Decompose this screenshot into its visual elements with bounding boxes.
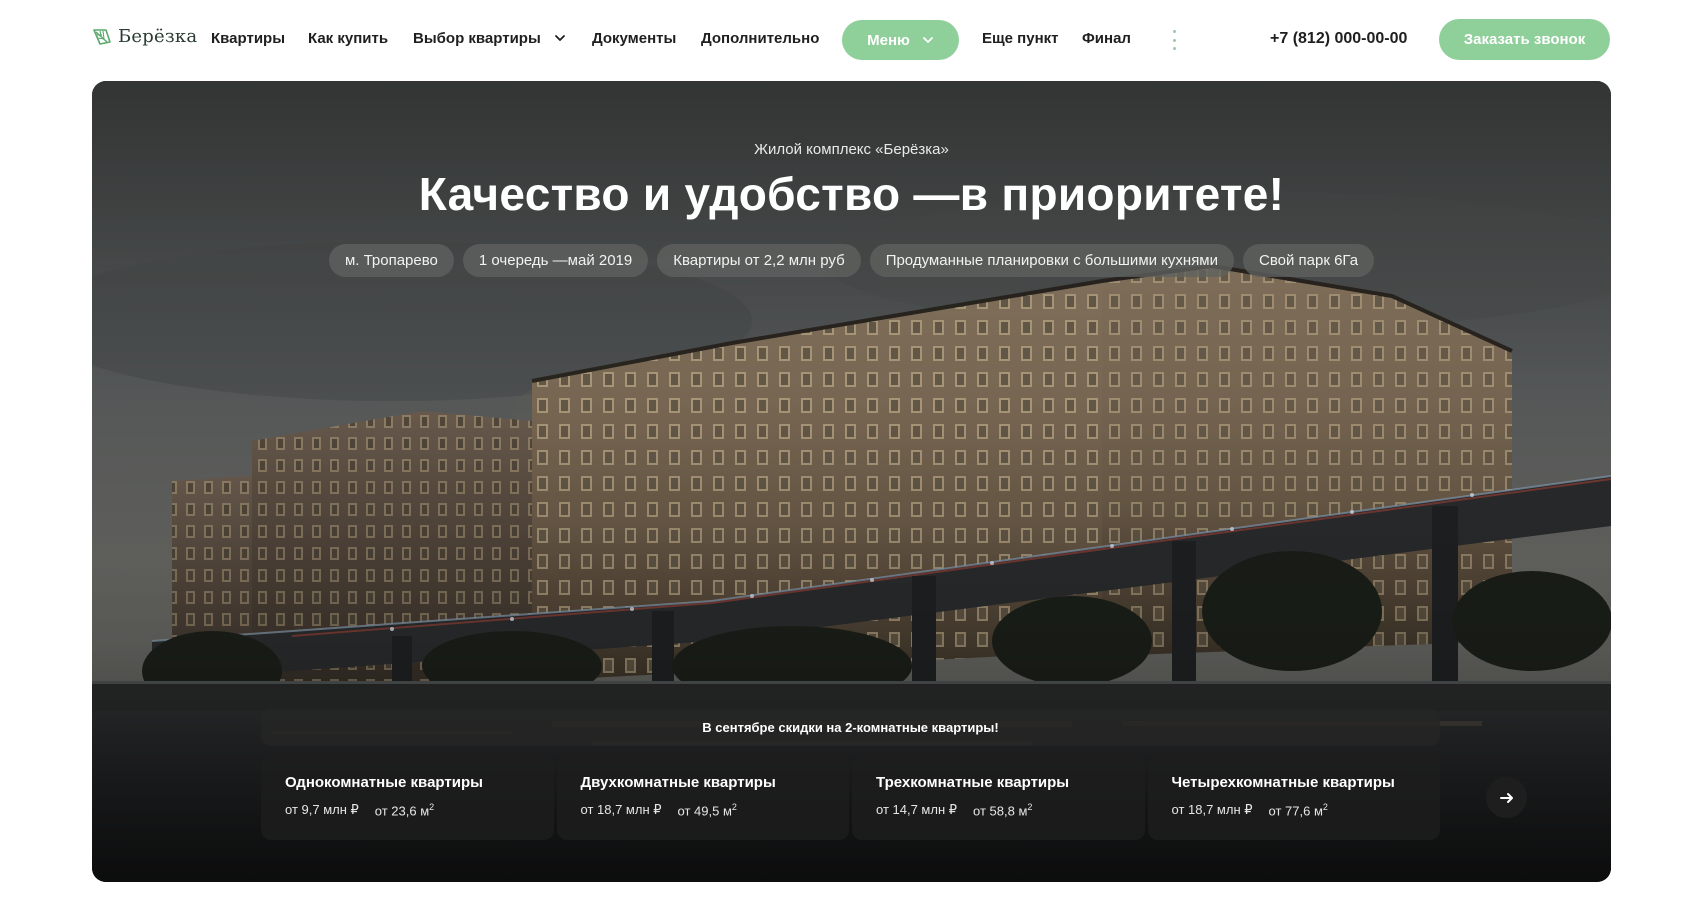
nav-item-apartments[interactable]: Квартиры [211, 29, 285, 49]
site-header: Берёзка Квартиры Как купить Выбор кварти… [0, 0, 1704, 80]
birch-leaf-icon [93, 28, 111, 45]
menu-label: Меню [867, 31, 910, 49]
arrow-right-icon [1499, 792, 1513, 803]
nav-item-choose-apartment[interactable]: Выбор квартиры [413, 29, 567, 49]
feature-chip: Свой парк 6Га [1243, 244, 1375, 277]
brand-name: Берёзка [118, 26, 198, 47]
card-area: от 23,6 м2 [374, 802, 435, 819]
kebab-vertical-icon[interactable] [1171, 30, 1177, 50]
card-price: от 18,7 млн ₽ [580, 802, 662, 817]
logo[interactable]: Берёзка [92, 26, 197, 47]
chevron-down-icon [554, 35, 565, 41]
card-price: от 9,7 млн ₽ [285, 802, 359, 817]
card-title: Двухкомнатные квартиры [580, 774, 776, 791]
nav-item-additional[interactable]: Дополнительно [701, 29, 819, 49]
nav-item-final[interactable]: Финал [1082, 29, 1131, 49]
menu-dropdown-button[interactable]: Меню [842, 20, 959, 60]
hero-eyebrow: Жилой комплекс «Берёзка» [754, 141, 949, 158]
apartment-card-4-room[interactable]: Четырехкомнатные квартиры от 18,7 млн ₽ … [1147, 754, 1440, 840]
card-area: от 77,6 м2 [1268, 802, 1328, 819]
hero-feature-chips: м. Тропарево 1 очередь —май 2019 Квартир… [92, 244, 1611, 277]
apartment-card-2-room[interactable]: Двухкомнатные квартиры от 18,7 млн ₽ от … [556, 754, 849, 840]
nav-item-how-to-buy[interactable]: Как купить [308, 29, 388, 49]
promo-banner: В сентябре скидки на 2-комнатные квартир… [261, 709, 1440, 746]
apartment-card-3-room[interactable]: Трехкомнатные квартиры от 14,7 млн ₽ от … [852, 754, 1145, 840]
card-price: от 18,7 млн ₽ [1171, 802, 1253, 817]
feature-chip: Квартиры от 2,2 млн руб [657, 244, 861, 277]
nav-item-documents[interactable]: Документы [592, 29, 676, 49]
card-title: Однокомнатные квартиры [285, 774, 483, 791]
request-call-button[interactable]: Заказать звонок [1439, 19, 1610, 60]
feature-chip: 1 очередь —май 2019 [462, 244, 649, 277]
hero-title: Качество и удобство —в приоритете! [418, 168, 1285, 220]
carousel-next-button[interactable] [1486, 777, 1527, 818]
card-title: Трехкомнатные квартиры [876, 774, 1070, 791]
chevron-down-icon [922, 37, 933, 43]
card-area: от 58,8 м2 [973, 802, 1033, 819]
apartment-type-cards: Однокомнатные квартиры от 9,7 млн ₽ от 2… [261, 754, 1440, 840]
hero-section: Жилой комплекс «Берёзка» Качество и удоб… [92, 81, 1611, 882]
feature-chip: м. Тропарево [328, 244, 454, 277]
nav-item-more[interactable]: Еще пункт [982, 29, 1059, 49]
card-price: от 14,7 млн ₽ [876, 802, 958, 817]
apartment-card-1-room[interactable]: Однокомнатные квартиры от 9,7 млн ₽ от 2… [261, 754, 554, 840]
feature-chip: Продуманные планировки с большими кухням… [869, 244, 1235, 277]
card-title: Четырехкомнатные квартиры [1171, 774, 1395, 791]
nav-item-label: Выбор квартиры [413, 30, 541, 47]
phone-link[interactable]: +7 (812) 000-00-00 [1270, 29, 1407, 49]
card-area: от 49,5 м2 [677, 802, 737, 819]
